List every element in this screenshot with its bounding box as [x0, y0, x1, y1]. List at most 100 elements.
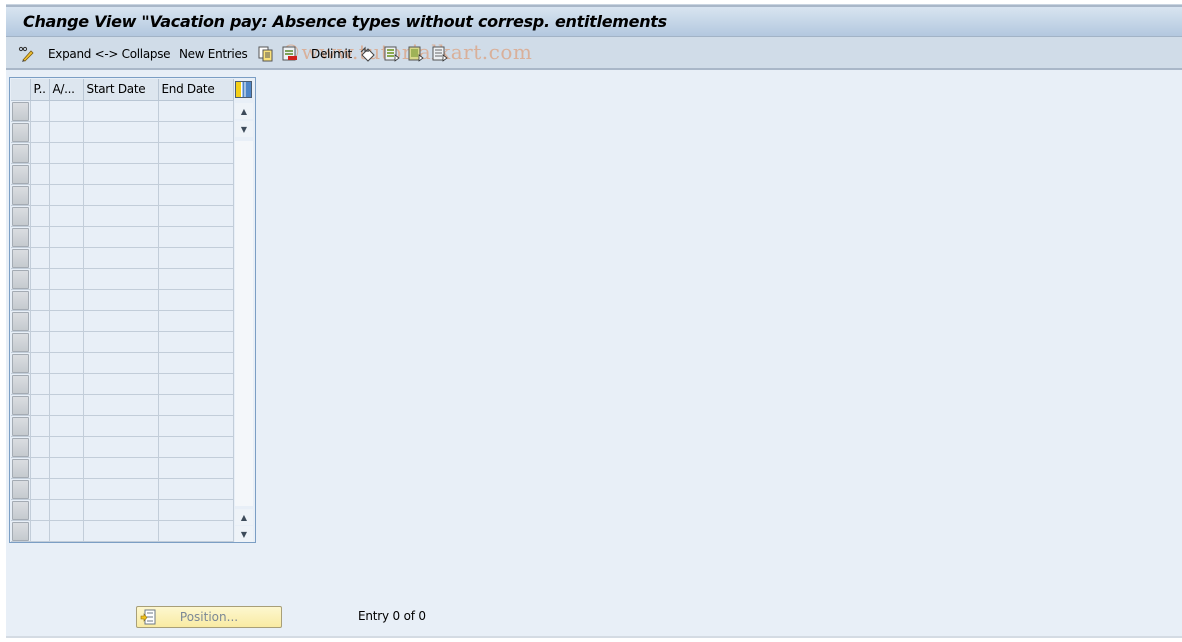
row-select-button[interactable]	[12, 416, 29, 436]
cell-p[interactable]	[30, 268, 50, 290]
select-all-rows-header[interactable]	[11, 79, 31, 101]
cell-end-date[interactable]	[158, 436, 234, 458]
cell-absence-type[interactable]	[49, 310, 84, 332]
cell-end-date[interactable]	[158, 184, 234, 206]
cell-start-date[interactable]	[83, 499, 159, 521]
row-select-button[interactable]	[12, 521, 29, 541]
cell-p[interactable]	[30, 205, 50, 227]
row-select-button[interactable]	[12, 185, 29, 205]
delete-button[interactable]	[282, 45, 298, 63]
cell-p[interactable]	[30, 415, 50, 437]
cell-absence-type[interactable]	[49, 205, 84, 227]
expand-collapse-button[interactable]: Expand <-> Collapse	[48, 45, 171, 63]
cell-start-date[interactable]	[83, 457, 159, 479]
cell-start-date[interactable]	[83, 247, 159, 269]
cell-start-date[interactable]	[83, 163, 159, 185]
cell-absence-type[interactable]	[49, 415, 84, 437]
copy-as-button[interactable]	[258, 45, 274, 63]
cell-start-date[interactable]	[83, 373, 159, 395]
scroll-page-up-button[interactable]: ▲	[235, 509, 253, 525]
cell-start-date[interactable]	[83, 478, 159, 500]
cell-absence-type[interactable]	[49, 352, 84, 374]
cell-end-date[interactable]	[158, 499, 234, 521]
cell-end-date[interactable]	[158, 457, 234, 479]
row-select-button[interactable]	[12, 353, 29, 373]
cell-start-date[interactable]	[83, 205, 159, 227]
cell-end-date[interactable]	[158, 415, 234, 437]
cell-end-date[interactable]	[158, 121, 234, 143]
cell-end-date[interactable]	[158, 247, 234, 269]
scroll-down-button[interactable]: ▼	[235, 121, 253, 137]
cell-start-date[interactable]	[83, 121, 159, 143]
cell-start-date[interactable]	[83, 436, 159, 458]
cell-start-date[interactable]	[83, 226, 159, 248]
cell-p[interactable]	[30, 184, 50, 206]
cell-absence-type[interactable]	[49, 100, 84, 122]
cell-p[interactable]	[30, 289, 50, 311]
cell-p[interactable]	[30, 142, 50, 164]
select-block-button[interactable]	[408, 45, 424, 63]
cell-end-date[interactable]	[158, 310, 234, 332]
column-header-p[interactable]: P..	[30, 79, 50, 101]
row-select-button[interactable]	[12, 395, 29, 415]
cell-end-date[interactable]	[158, 100, 234, 122]
cell-absence-type[interactable]	[49, 436, 84, 458]
table-settings-icon[interactable]	[235, 81, 252, 98]
row-select-button[interactable]	[12, 311, 29, 331]
cell-p[interactable]	[30, 310, 50, 332]
cell-start-date[interactable]	[83, 100, 159, 122]
cell-start-date[interactable]	[83, 415, 159, 437]
cell-end-date[interactable]	[158, 394, 234, 416]
row-select-button[interactable]	[12, 374, 29, 394]
row-select-button[interactable]	[12, 458, 29, 478]
scroll-up-button[interactable]: ▲	[235, 103, 253, 119]
cell-end-date[interactable]	[158, 142, 234, 164]
deselect-all-button[interactable]	[432, 45, 448, 63]
cell-end-date[interactable]	[158, 289, 234, 311]
cell-p[interactable]	[30, 478, 50, 500]
cell-absence-type[interactable]	[49, 520, 84, 542]
row-select-button[interactable]	[12, 143, 29, 163]
row-select-button[interactable]	[12, 122, 29, 142]
cell-absence-type[interactable]	[49, 163, 84, 185]
vertical-scrollbar[interactable]: ▲ ▼ ▲ ▼	[233, 79, 253, 542]
cell-start-date[interactable]	[83, 184, 159, 206]
scroll-track[interactable]	[235, 141, 253, 506]
row-select-button[interactable]	[12, 248, 29, 268]
delimit-button[interactable]: Delimit	[311, 45, 352, 63]
column-header-end-date[interactable]: End Date	[158, 79, 234, 101]
display-change-button[interactable]	[18, 45, 34, 63]
cell-p[interactable]	[30, 100, 50, 122]
cell-start-date[interactable]	[83, 142, 159, 164]
row-select-button[interactable]	[12, 500, 29, 520]
cell-absence-type[interactable]	[49, 331, 84, 353]
cell-end-date[interactable]	[158, 352, 234, 374]
cell-p[interactable]	[30, 247, 50, 269]
row-select-button[interactable]	[12, 479, 29, 499]
new-entries-button[interactable]: New Entries	[179, 45, 248, 63]
cell-absence-type[interactable]	[49, 184, 84, 206]
cell-end-date[interactable]	[158, 478, 234, 500]
cell-end-date[interactable]	[158, 205, 234, 227]
cell-end-date[interactable]	[158, 520, 234, 542]
cell-start-date[interactable]	[83, 310, 159, 332]
cell-p[interactable]	[30, 373, 50, 395]
position-button[interactable]: Position...	[136, 606, 282, 628]
cell-absence-type[interactable]	[49, 142, 84, 164]
cell-absence-type[interactable]	[49, 478, 84, 500]
cell-absence-type[interactable]	[49, 499, 84, 521]
cell-absence-type[interactable]	[49, 226, 84, 248]
undo-change-button[interactable]	[360, 45, 376, 63]
cell-p[interactable]	[30, 457, 50, 479]
cell-start-date[interactable]	[83, 520, 159, 542]
cell-p[interactable]	[30, 352, 50, 374]
cell-absence-type[interactable]	[49, 121, 84, 143]
cell-start-date[interactable]	[83, 289, 159, 311]
row-select-button[interactable]	[12, 269, 29, 289]
cell-end-date[interactable]	[158, 163, 234, 185]
cell-absence-type[interactable]	[49, 373, 84, 395]
cell-p[interactable]	[30, 394, 50, 416]
row-select-button[interactable]	[12, 290, 29, 310]
cell-end-date[interactable]	[158, 226, 234, 248]
cell-absence-type[interactable]	[49, 394, 84, 416]
